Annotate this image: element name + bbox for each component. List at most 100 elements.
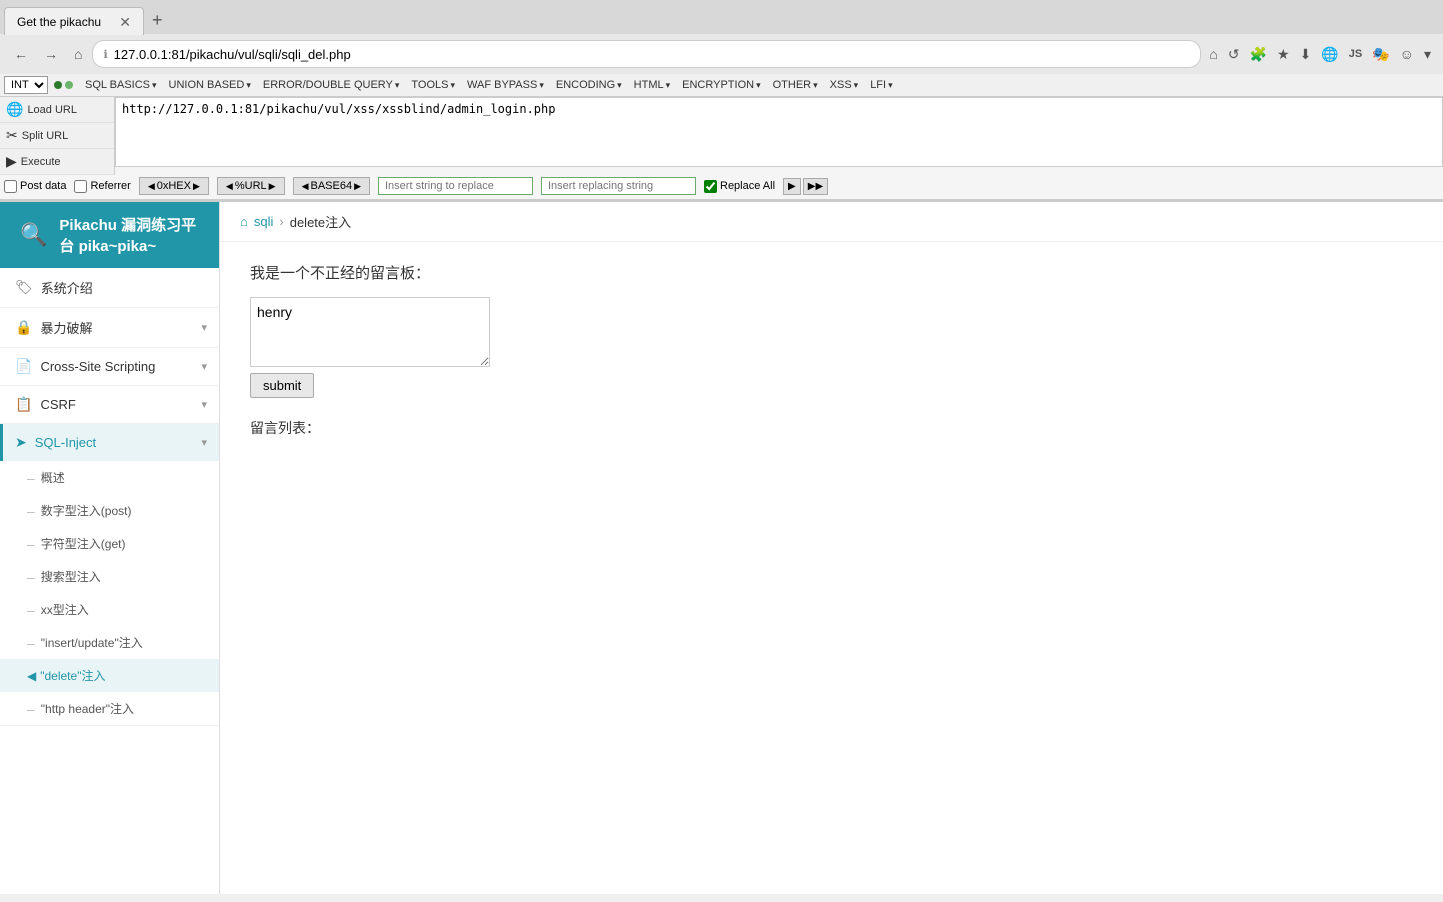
tab-title: Get the pikachu (17, 15, 111, 29)
breadcrumb-sep: › (279, 214, 283, 229)
lock-icon: ℹ (103, 48, 107, 61)
sidebar-section-intro: 🏷 系统介绍 (0, 268, 219, 308)
base64-btn[interactable]: ◀ BASE64 ▶ (293, 177, 370, 195)
tab-close-btn[interactable]: ✕ (119, 15, 131, 29)
split-url-btn[interactable]: ✂ Split URL (0, 123, 114, 149)
sidebar-item-brute[interactable]: 🔒 暴力破解 ▾ (0, 308, 219, 347)
sidebar-section-xss: 📄 Cross-Site Scripting ▾ (0, 348, 219, 386)
sql-basics-arrow: ▾ (152, 80, 157, 91)
sidebar-sub-http-header[interactable]: – "http header"注入 (0, 692, 219, 725)
dot-light (65, 81, 73, 89)
int-select[interactable]: INT (4, 76, 48, 94)
menu-tools[interactable]: TOOLS ▾ (405, 76, 461, 94)
sidebar-sub-string-get[interactable]: – 字符型注入(get) (0, 527, 219, 560)
brute-arrow: ▾ (201, 321, 207, 334)
sidebar-item-intro[interactable]: 🏷 系统介绍 (0, 268, 219, 307)
home-btn[interactable]: ⌂ (68, 42, 88, 66)
browser-chrome: Get the pikachu ✕ + ← → ⌂ ℹ ⌂ ↺ 🧩 ★ ⬇ 🌐 … (0, 0, 1443, 202)
sidebar-sub-insert-update[interactable]: – "insert/update"注入 (0, 626, 219, 659)
extension-btn[interactable]: 🧩 (1246, 42, 1271, 67)
union-based-arrow: ▾ (246, 80, 251, 91)
new-tab-btn[interactable]: + (144, 6, 171, 35)
sidebar-section-sqli: ➤ SQL-Inject ▾ – 概述 – 数字型注入(post) – 字符型注… (0, 424, 219, 726)
menu-error-double[interactable]: ERROR/DOUBLE QUERY ▾ (257, 76, 406, 94)
menu-other[interactable]: OTHER ▾ (767, 76, 824, 94)
hackbar-url-input[interactable] (115, 97, 1443, 167)
home-icon-btn[interactable]: ⌂ (1205, 42, 1221, 66)
menu-encoding[interactable]: ENCODING ▾ (550, 76, 628, 94)
sidebar-sub-xx[interactable]: – xx型注入 (0, 593, 219, 626)
message-textarea[interactable] (250, 297, 490, 367)
submit-btn[interactable]: submit (250, 373, 314, 398)
sub-numeric-label: 数字型注入(post) (41, 502, 132, 519)
green-dots (48, 81, 79, 89)
side-arrow-right[interactable]: ▶▶ (803, 178, 828, 195)
load-url-btn[interactable]: 🌐 Load URL (0, 97, 114, 123)
dash-icon-4: – (27, 602, 35, 618)
address-bar[interactable]: ℹ (92, 40, 1201, 68)
app-logo-icon: 🔍 (20, 222, 47, 248)
csrf-label: CSRF (40, 397, 75, 412)
sidebar-section-brute: 🔒 暴力破解 ▾ (0, 308, 219, 348)
sidebar-sub-overview[interactable]: – 概述 (0, 461, 219, 494)
breadcrumb-sqli-link[interactable]: sqli (254, 214, 274, 229)
xss-label: Cross-Site Scripting (40, 359, 155, 374)
menu-encryption[interactable]: ENCRYPTION ▾ (676, 76, 766, 94)
menu-html[interactable]: HTML ▾ (628, 76, 676, 94)
sub-http-header-label: "http header"注入 (41, 700, 134, 717)
app-title: Pikachu 漏洞练习平台 pika~pika~ (59, 214, 199, 256)
sidebar-sub-numeric-post[interactable]: – 数字型注入(post) (0, 494, 219, 527)
save-btn[interactable]: ⬇ (1296, 42, 1316, 67)
main-content: ⌂ sqli › delete注入 我是一个不正经的留言板： submit 留言… (220, 202, 1443, 894)
sidebar-item-csrf[interactable]: 📋 CSRF ▾ (0, 386, 219, 423)
menu-union-based[interactable]: UNION BASED ▾ (163, 76, 257, 94)
sidebar-sub-search[interactable]: – 搜索型注入 (0, 560, 219, 593)
tag-icon: 🏷 (15, 279, 33, 296)
menu-waf-bypass[interactable]: WAF BYPASS ▾ (461, 76, 550, 94)
puzzle-btn[interactable]: 🎭 (1368, 42, 1393, 67)
hackbar-options-row: Post data Referrer ◀ 0xHEX ▶ ◀ %URL ▶ ◀ … (0, 175, 1443, 199)
dash-icon-7: – (27, 701, 35, 717)
sidebar-item-xss[interactable]: 📄 Cross-Site Scripting ▾ (0, 348, 219, 385)
post-data-checkbox-label[interactable]: Post data (4, 180, 66, 193)
sidebar-sub-delete[interactable]: ◀ "delete"注入 (0, 659, 219, 692)
js-btn[interactable]: JS (1345, 44, 1366, 64)
pct-url-btn[interactable]: ◀ %URL ▶ (217, 177, 285, 195)
forward-btn[interactable]: → (38, 42, 64, 66)
execute-btn[interactable]: ▶ Execute (0, 149, 114, 175)
insert-string-input[interactable] (378, 177, 533, 195)
insert-replacing-input[interactable] (541, 177, 696, 195)
browser-tab[interactable]: Get the pikachu ✕ (4, 7, 144, 35)
referrer-checkbox[interactable] (74, 180, 87, 193)
0xhex-btn[interactable]: ◀ 0xHEX ▶ (139, 177, 209, 195)
split-url-icon: ✂ (6, 127, 18, 144)
url-input[interactable] (114, 47, 1191, 62)
replace-all-label[interactable]: Replace All (704, 180, 775, 193)
back-btn[interactable]: ← (8, 42, 34, 66)
menu-lfi[interactable]: LFI ▾ (864, 76, 898, 94)
tools-btn[interactable]: 🌐 (1317, 42, 1342, 67)
menu-btn[interactable]: ▾ (1420, 42, 1435, 67)
post-data-checkbox[interactable] (4, 180, 17, 193)
menu-sql-basics[interactable]: SQL BASICS ▾ (79, 76, 163, 94)
bookmark-btn[interactable]: ★ (1273, 42, 1294, 67)
hackbar-url-section: 🌐 Load URL ✂ Split URL ▶ Execute (0, 97, 1443, 175)
menu-xss[interactable]: XSS ▾ (824, 76, 865, 94)
sub-search-label: 搜索型注入 (41, 568, 101, 585)
sidebar-item-sqli[interactable]: ➤ SQL-Inject ▾ (0, 424, 219, 461)
waf-bypass-arrow: ▾ (539, 80, 544, 91)
load-url-icon: 🌐 (6, 101, 23, 118)
sqli-arrow-icon: ➤ (15, 434, 27, 451)
html-arrow: ▾ (666, 80, 671, 91)
dash-icon-0: – (27, 470, 35, 486)
side-arrow-left[interactable]: ▶ (783, 178, 801, 195)
execute-icon: ▶ (6, 153, 17, 170)
hackbar: INT SQL BASICS ▾ UNION BASED ▾ ERROR/DOU… (0, 74, 1443, 201)
breadcrumb-current: delete注入 (290, 212, 351, 231)
refresh-btn[interactable]: ↺ (1224, 42, 1244, 67)
referrer-checkbox-label[interactable]: Referrer (74, 180, 130, 193)
sidebar-section-csrf: 📋 CSRF ▾ (0, 386, 219, 424)
replace-all-checkbox[interactable] (704, 180, 717, 193)
smiley-btn[interactable]: ☺ (1396, 42, 1418, 66)
side-arrows: ▶ ▶▶ (783, 178, 828, 195)
